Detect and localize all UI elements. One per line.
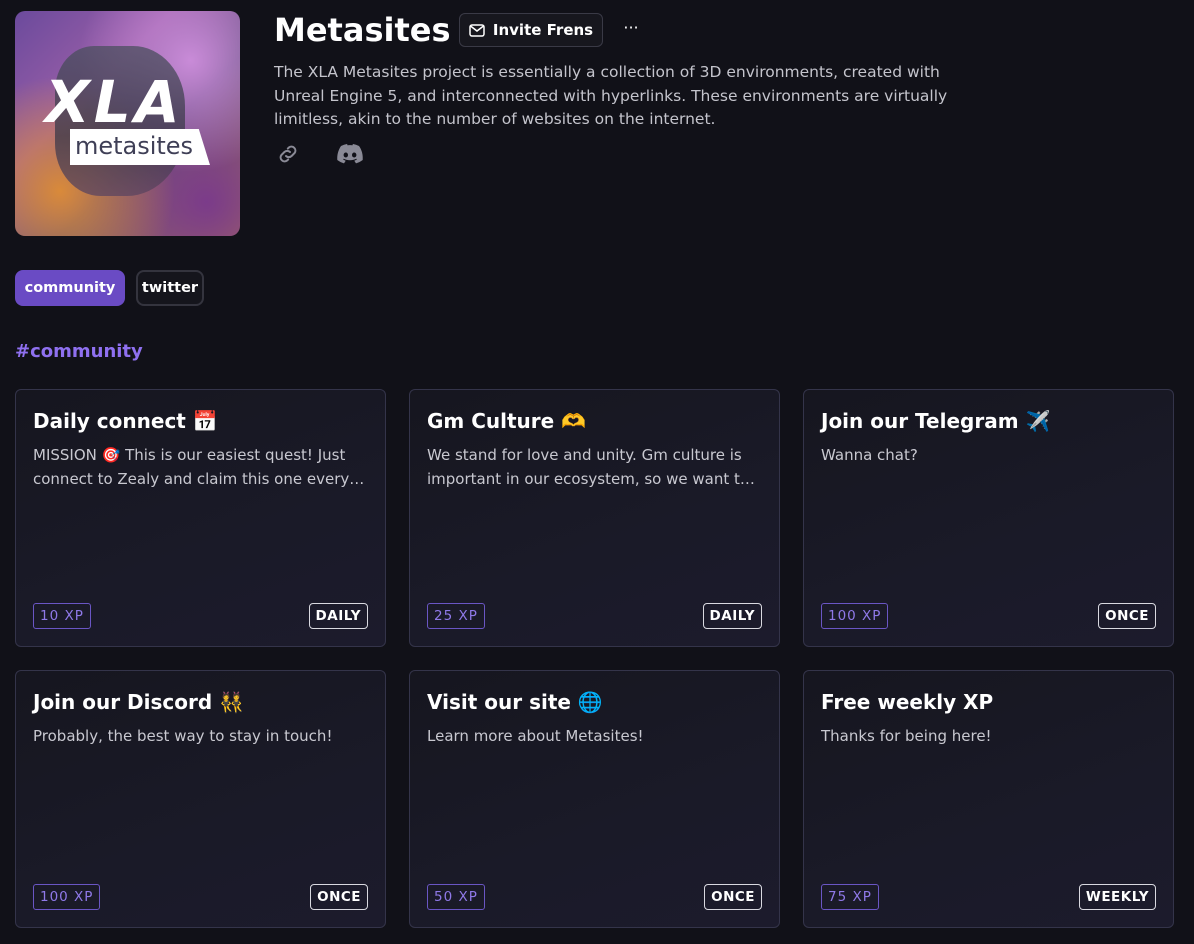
- quest-title: Daily connect 📅: [33, 409, 218, 433]
- quest-card[interactable]: Join our Discord 👯 Probably, the best wa…: [15, 670, 386, 928]
- quest-title: Join our Discord 👯: [33, 690, 245, 714]
- project-logo: XLA metasites: [15, 11, 240, 236]
- quest-description: MISSION 🎯 This is our easiest quest! Jus…: [33, 446, 350, 488]
- quest-card[interactable]: Daily connect 📅 MISSION 🎯 This is our ea…: [15, 389, 386, 647]
- frequency-badge: ONCE: [704, 884, 762, 910]
- frequency-badge: ONCE: [1098, 603, 1156, 629]
- quest-description: We stand for love and unity. Gm culture …: [427, 446, 750, 488]
- xp-badge: 75 XP: [821, 884, 879, 910]
- frequency-badge: ONCE: [310, 884, 368, 910]
- frequency-badge: DAILY: [702, 603, 762, 629]
- quest-title: Gm Culture 🫶: [427, 409, 587, 433]
- tag-community[interactable]: community: [15, 270, 125, 306]
- discord-icon[interactable]: [336, 143, 364, 165]
- quest-description: Learn more about Metasites!: [427, 727, 644, 745]
- tag-twitter[interactable]: twitter: [136, 270, 204, 306]
- quest-description: Thanks for being here!: [821, 727, 992, 745]
- link-icon[interactable]: [276, 142, 300, 166]
- quest-description: Probably, the best way to stay in touch!: [33, 727, 333, 745]
- xp-badge: 25 XP: [427, 603, 485, 629]
- project-description: The XLA Metasites project is essentially…: [274, 63, 948, 128]
- quest-title: Free weekly XP: [821, 690, 994, 714]
- xp-badge: 100 XP: [33, 884, 101, 910]
- xp-badge: 50 XP: [427, 884, 485, 910]
- xp-badge: 100 XP: [821, 603, 889, 629]
- quest-card[interactable]: Join our Telegram ✈️ Wanna chat? 100 XP …: [803, 389, 1174, 647]
- quest-card[interactable]: Gm Culture 🫶 We stand for love and unity…: [409, 389, 780, 647]
- quest-card[interactable]: Visit our site 🌐 Learn more about Metasi…: [409, 670, 780, 928]
- quest-title: Visit our site 🌐: [427, 690, 603, 714]
- quest-title: Join our Telegram ✈️: [821, 409, 1051, 433]
- frequency-badge: WEEKLY: [1078, 884, 1156, 910]
- quest-description: Wanna chat?: [821, 446, 918, 464]
- mail-icon: [469, 23, 485, 37]
- quest-card[interactable]: Free weekly XP Thanks for being here! 75…: [803, 670, 1174, 928]
- logo-subtext: metasites: [74, 132, 194, 160]
- logo-xla-text: XLA: [45, 68, 184, 136]
- logo-banner: metasites: [70, 129, 210, 165]
- invite-frens-label: Invite Frens: [492, 21, 594, 39]
- section-title: #community: [15, 341, 143, 362]
- frequency-badge: DAILY: [308, 603, 368, 629]
- xp-badge: 10 XP: [33, 603, 91, 629]
- more-options-button[interactable]: ···: [618, 18, 644, 42]
- invite-frens-button[interactable]: Invite Frens: [459, 13, 603, 47]
- project-title: Metasites: [274, 11, 451, 49]
